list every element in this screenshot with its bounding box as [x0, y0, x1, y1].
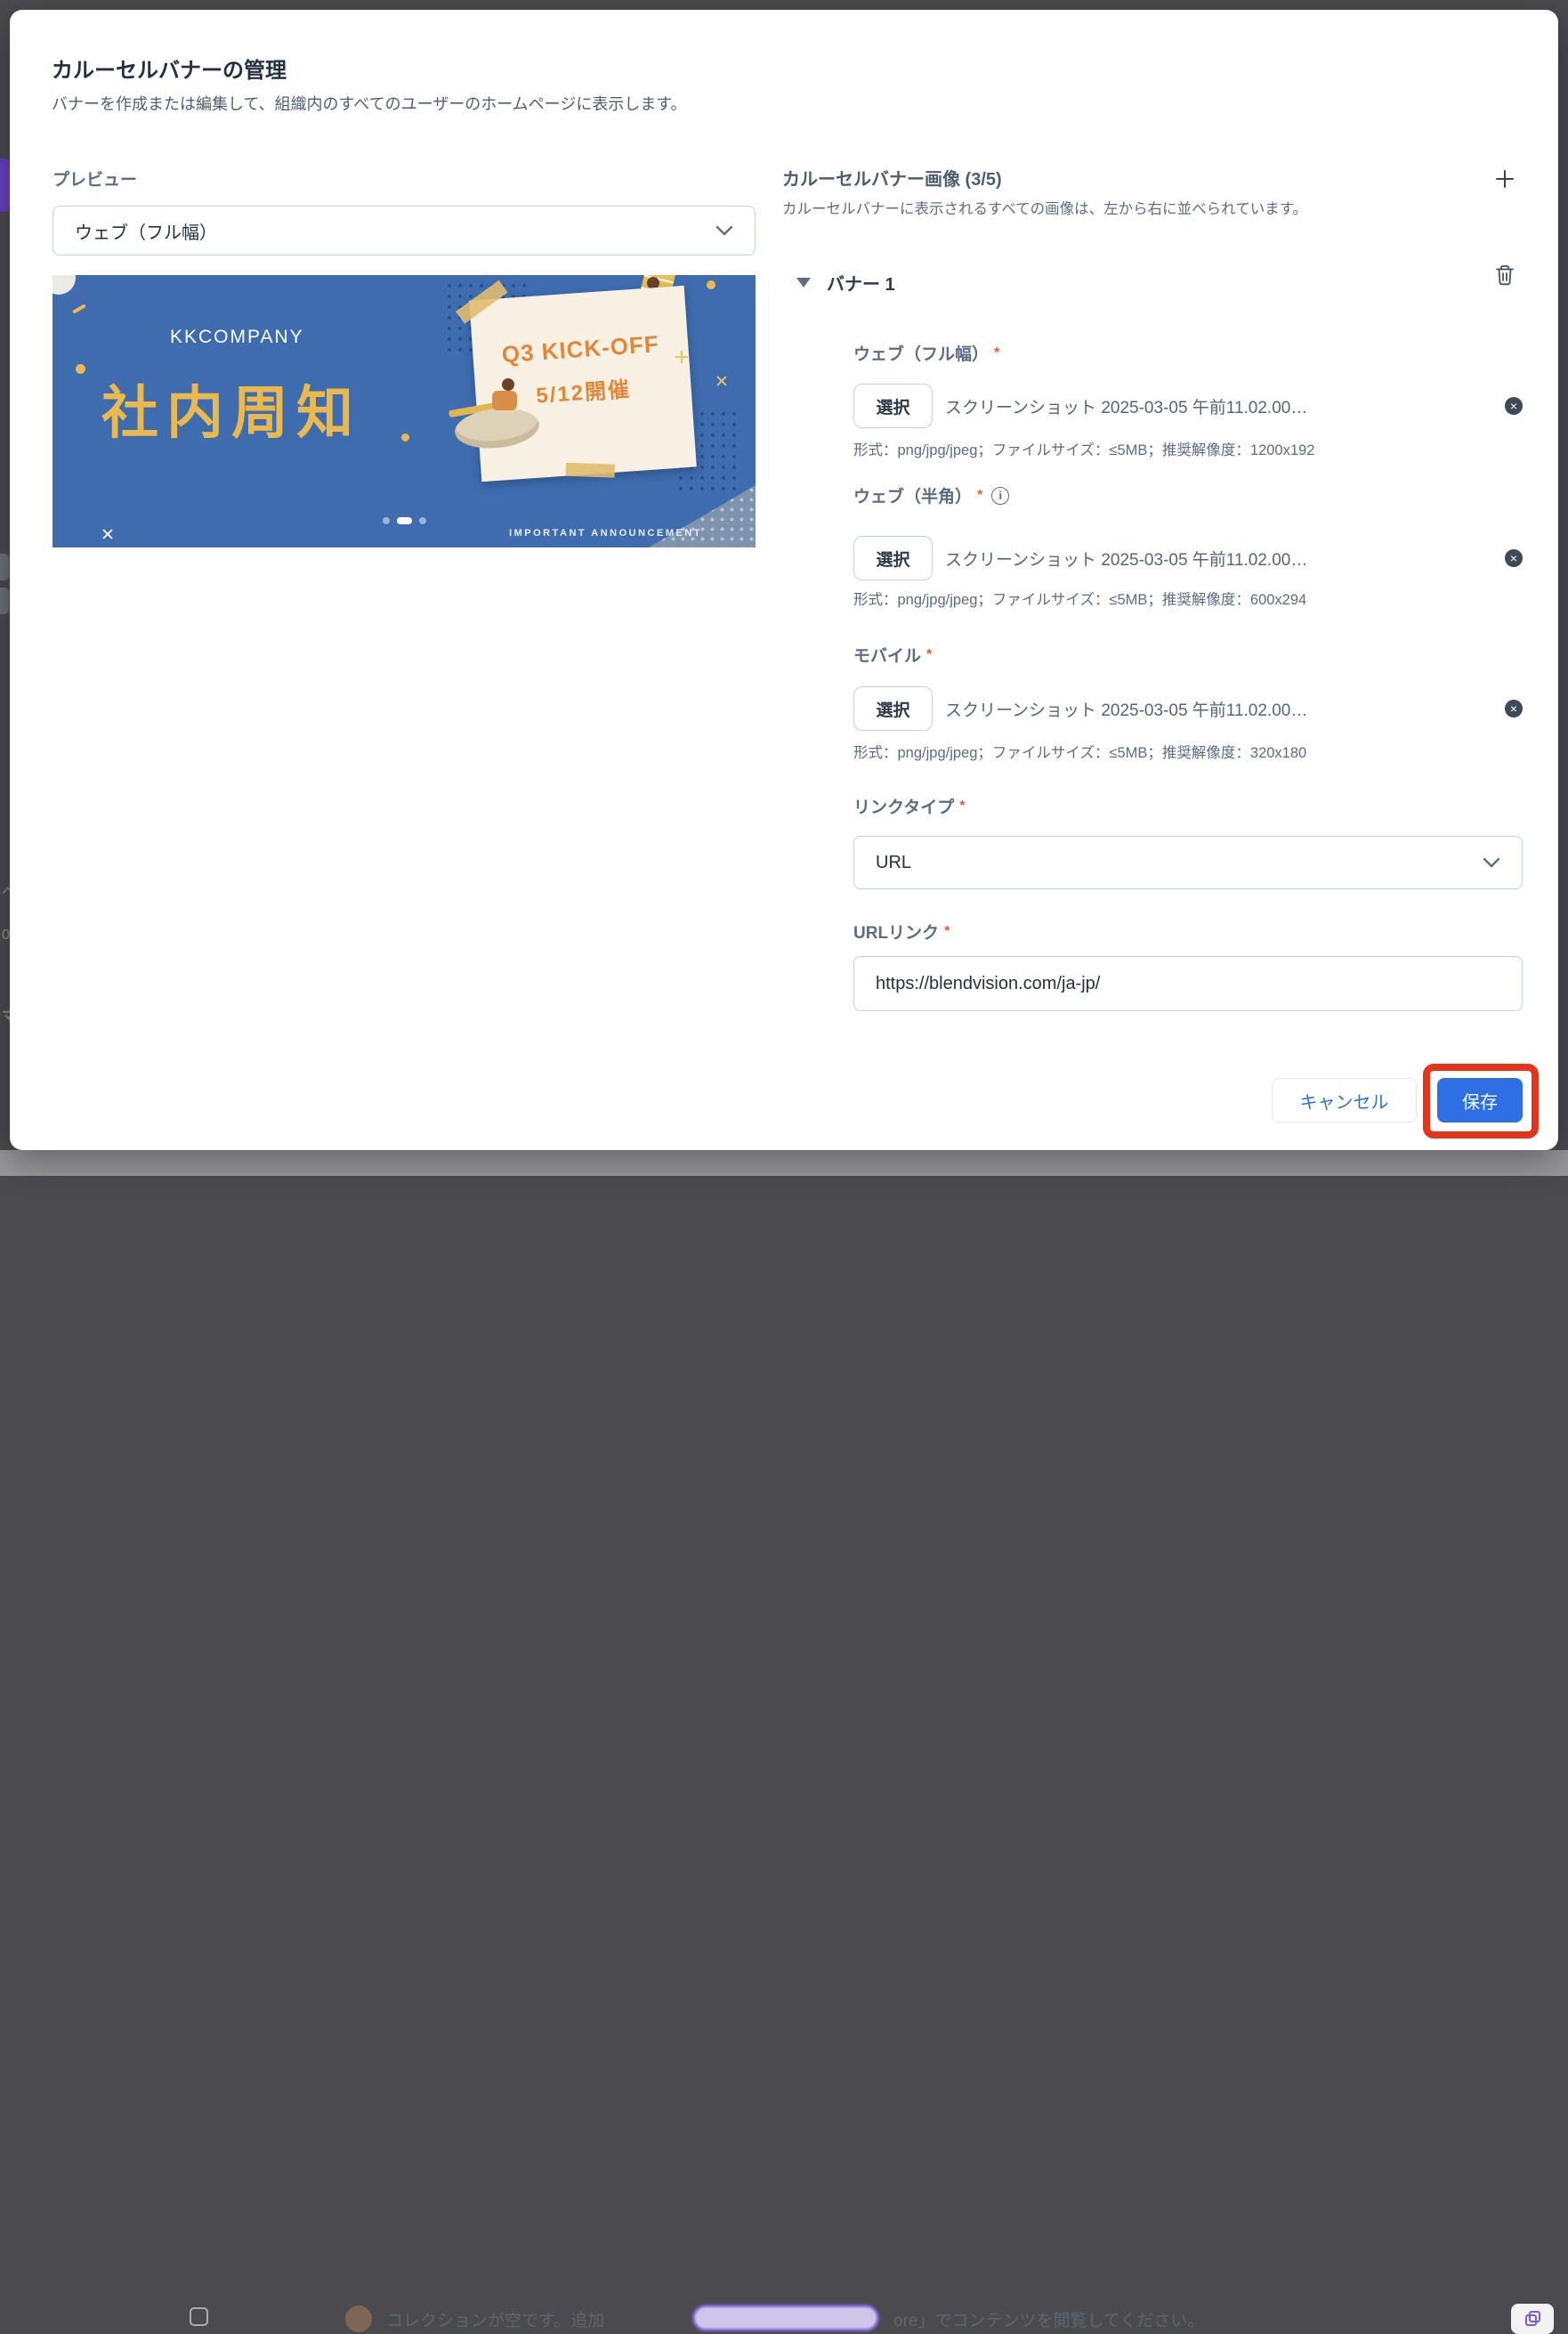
field-label-url-link: URLリンク * [853, 920, 950, 944]
field-label-link-type: リンクタイプ * [853, 794, 965, 818]
collection-bottom-bar: コレクションが空です。追加 ore」でコンテンツを閲覧してください。 [0, 1150, 1568, 1176]
file-hint: 形式：png/jpg/jpeg；ファイルサイズ：≤5MB；推奨解像度：320x1… [853, 741, 1306, 762]
chevron-down-icon [1483, 857, 1500, 868]
boy-illustration [502, 378, 514, 391]
collection-thumbnail [345, 2306, 372, 2332]
note-title: Q3 KICK-OFF [473, 328, 690, 371]
highlighted-pill [692, 2305, 879, 2331]
carousel-banner-modal: カルーセルバナーの管理 バナーを作成または編集して、組織内のすべてのユーザーのホ… [10, 10, 1558, 1150]
file-row-web-half: 選択 スクリーンショット 2025-03-05 午前11.02.00… [853, 536, 1523, 580]
file-name: スクリーンショット 2025-03-05 午前11.02.00… [945, 547, 1307, 571]
url-link-input[interactable] [853, 956, 1523, 1011]
carousel-dots[interactable] [53, 517, 756, 524]
preview-label: プレビュー [53, 166, 137, 190]
chevron-down-icon [715, 225, 733, 236]
empty-collection-text: ore」でコンテンツを閲覧してください。 [893, 2307, 1204, 2331]
remove-file-icon[interactable] [1505, 397, 1523, 415]
banner-caption: IMPORTANT ANNOUNCEMENT [509, 528, 702, 539]
field-label-web-full: ウェブ（フル幅） * [853, 341, 999, 365]
decoration-dot [401, 434, 409, 442]
sparkle-decoration [713, 372, 731, 390]
preview-mode-value: ウェブ（フル幅） [75, 218, 217, 244]
file-row-web-full: 選択 スクリーンショット 2025-03-05 午前11.02.00… [853, 384, 1523, 428]
banner-group-header[interactable]: バナー 1 [796, 270, 895, 296]
field-label-web-half: ウェブ（半角） * [853, 483, 1009, 507]
carousel-dot[interactable] [419, 517, 426, 524]
decoration-dot [707, 280, 715, 289]
modal-subtitle: バナーを作成または編集して、組織内のすべてのユーザーのホームページに表示します。 [52, 92, 687, 115]
save-button[interactable]: 保存 [1437, 1078, 1523, 1122]
sparkle-decoration [99, 525, 117, 543]
field-label-mobile: モバイル * [853, 643, 932, 667]
banner-group-label: バナー 1 [827, 270, 895, 296]
required-asterisk: * [994, 345, 999, 361]
decoration [72, 304, 86, 313]
banner-preview-image: KKCOMPANY 社内周知 Q3 KICK-OFF 5/12開催 IMPO [53, 275, 756, 547]
required-asterisk: * [944, 924, 950, 940]
required-asterisk: * [926, 647, 932, 663]
boy-illustration [492, 391, 517, 410]
cancel-button[interactable]: キャンセル [1272, 1078, 1417, 1122]
sparkle-decoration [675, 351, 688, 363]
file-name: スクリーンショット 2025-03-05 午前11.02.00… [945, 697, 1307, 721]
file-row-mobile: 選択 スクリーンショット 2025-03-05 午前11.02.00… [853, 686, 1523, 731]
banner-brand-text: KKCOMPANY [170, 327, 304, 348]
panel-title: カルーセルバナー画像 (3/5) [782, 165, 1002, 190]
file-name: スクリーンショット 2025-03-05 午前11.02.00… [945, 394, 1307, 418]
remove-file-icon[interactable] [1505, 549, 1523, 567]
delete-banner-button[interactable] [1492, 263, 1517, 288]
modal-title: カルーセルバナーの管理 [52, 53, 287, 84]
link-type-value: URL [876, 853, 911, 873]
file-hint: 形式：png/jpg/jpeg；ファイルサイズ：≤5MB；推奨解像度：600x2… [853, 588, 1306, 609]
sidebar-icon [0, 554, 9, 580]
file-hint: 形式：png/jpg/jpeg；ファイルサイズ：≤5MB；推奨解像度：1200x… [853, 438, 1314, 459]
carousel-dot-active[interactable] [397, 517, 412, 524]
open-store-button[interactable] [1511, 2304, 1554, 2334]
sidebar-icon [0, 588, 9, 614]
logo-circle [53, 275, 76, 295]
carousel-dot[interactable] [383, 517, 390, 524]
required-asterisk: * [959, 798, 965, 814]
tape-decoration [566, 463, 615, 478]
preview-mode-select[interactable]: ウェブ（フル幅） [53, 206, 756, 255]
required-asterisk: * [977, 488, 982, 504]
select-file-button[interactable]: 選択 [853, 686, 933, 731]
add-banner-button[interactable] [1492, 166, 1517, 191]
remove-file-icon[interactable] [1505, 700, 1523, 717]
empty-collection-text: コレクションが空です。追加 [386, 2307, 604, 2331]
select-file-button[interactable]: 選択 [853, 384, 933, 428]
checkbox[interactable] [190, 2307, 208, 2326]
collapse-triangle-icon[interactable] [796, 278, 811, 288]
decoration-dot [76, 364, 85, 374]
banner-headline: 社内周知 [101, 368, 361, 450]
link-type-select[interactable]: URL [853, 836, 1523, 889]
info-icon[interactable] [991, 487, 1009, 505]
select-file-button[interactable]: 選択 [853, 536, 933, 580]
panel-subtitle: カルーセルバナーに表示されるすべての画像は、左から右に並べられています。 [782, 197, 1307, 218]
